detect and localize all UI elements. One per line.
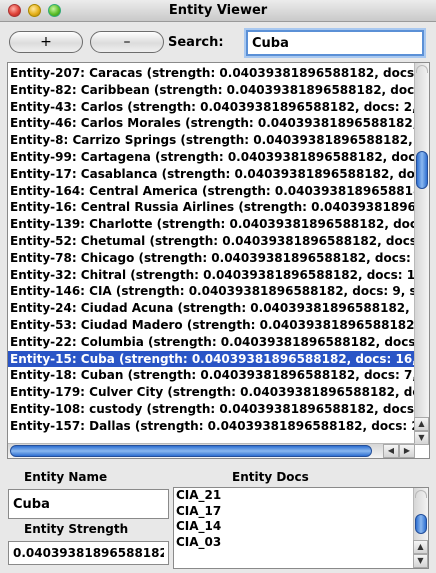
list-item[interactable]: Entity-8: Carrizo Springs (strength: 0.0…: [8, 132, 415, 149]
docs-scroll-thumb[interactable]: [415, 514, 427, 534]
list-item[interactable]: Entity-146: CIA (strength: 0.04039381896…: [8, 283, 415, 300]
scroll-track-cap: [415, 490, 427, 498]
search-label: Search:: [168, 35, 224, 50]
list-item[interactable]: Entity-108: custody (strength: 0.0403938…: [8, 401, 415, 418]
list-item[interactable]: Entity-82: Caribbean (strength: 0.040393…: [8, 82, 415, 99]
window-title: Entity Viewer: [168, 3, 268, 18]
entity-docs-list[interactable]: CIA_21 CIA_17 CIA_14 CIA_03 ▲ ▼: [173, 487, 429, 569]
docs-vertical-scrollbar[interactable]: ▲ ▼: [413, 488, 428, 568]
list-item[interactable]: Entity-139: Charlotte (strength: 0.04039…: [8, 216, 415, 233]
entity-viewer-window: Entity Viewer + – Search: Entity-207: Ca…: [0, 0, 436, 573]
list-item[interactable]: Entity-46: Carlos Morales (strength: 0.0…: [8, 115, 415, 132]
entity-list-rows: Entity-207: Caracas (strength: 0.0403938…: [8, 65, 415, 435]
list-item-selected[interactable]: Entity-15: Cuba (strength: 0.04039381896…: [8, 350, 415, 368]
arrow-down-icon[interactable]: ▼: [414, 431, 429, 445]
entity-docs-header: Entity Docs: [232, 470, 309, 484]
entity-docs-rows: CIA_21 CIA_17 CIA_14 CIA_03: [174, 488, 428, 550]
search-input[interactable]: [246, 30, 424, 56]
list-item[interactable]: Entity-22: Columbia (strength: 0.0403938…: [8, 334, 415, 351]
entity-name-field[interactable]: [8, 489, 169, 519]
doc-item[interactable]: CIA_03: [174, 535, 428, 551]
entity-list-vertical-scrollbar[interactable]: ▲ ▼: [414, 63, 429, 445]
horizontal-scroll-thumb[interactable]: [10, 445, 372, 457]
toolbar: + – Search:: [0, 22, 436, 62]
arrow-right-icon[interactable]: ▶: [399, 444, 415, 458]
entity-strength-field[interactable]: [8, 541, 169, 565]
list-item[interactable]: Entity-17: Casablanca (strength: 0.04039…: [8, 166, 415, 183]
list-item[interactable]: Entity-179: Culver City (strength: 0.040…: [8, 384, 415, 401]
list-item[interactable]: Entity-16: Central Russia Airlines (stre…: [8, 199, 415, 216]
doc-item[interactable]: CIA_14: [174, 519, 428, 535]
list-item[interactable]: Entity-164: Central America (strength: 0…: [8, 183, 415, 200]
list-item[interactable]: Entity-32: Chitral (strength: 0.04039381…: [8, 267, 415, 284]
arrow-left-icon[interactable]: ◀: [383, 444, 399, 458]
doc-item[interactable]: CIA_21: [174, 488, 428, 504]
entity-name-header: Entity Name: [24, 470, 108, 484]
list-item[interactable]: Entity-99: Cartagena (strength: 0.040393…: [8, 149, 415, 166]
entity-list[interactable]: Entity-207: Caracas (strength: 0.0403938…: [7, 62, 430, 459]
list-item[interactable]: Entity-24: Ciudad Acuna (strength: 0.040…: [8, 300, 415, 317]
arrow-up-icon[interactable]: ▲: [413, 540, 428, 554]
list-item[interactable]: Entity-78: Chicago (strength: 0.04039381…: [8, 250, 415, 267]
entity-list-horizontal-scrollbar[interactable]: ◀ ▶: [8, 443, 415, 458]
entity-strength-header: Entity Strength: [24, 522, 129, 536]
doc-item[interactable]: CIA_17: [174, 504, 428, 520]
remove-entity-button[interactable]: –: [90, 31, 164, 53]
list-item[interactable]: Entity-53: Ciudad Madero (strength: 0.04…: [8, 317, 415, 334]
add-entity-button[interactable]: +: [9, 31, 83, 53]
list-item[interactable]: Entity-157: Dallas (strength: 0.04039381…: [8, 418, 415, 435]
list-item[interactable]: Entity-207: Caracas (strength: 0.0403938…: [8, 65, 415, 82]
list-item[interactable]: Entity-18: Cuban (strength: 0.0403938189…: [8, 367, 415, 384]
vertical-scroll-thumb[interactable]: [416, 151, 428, 189]
list-item[interactable]: Entity-52: Chetumal (strength: 0.0403938…: [8, 233, 415, 250]
title-bar[interactable]: Entity Viewer: [0, 0, 436, 22]
arrow-up-icon[interactable]: ▲: [414, 417, 429, 431]
list-item[interactable]: Entity-43: Carlos (strength: 0.040393818…: [8, 99, 415, 116]
scroll-track-cap: [416, 65, 428, 73]
arrow-down-icon[interactable]: ▼: [413, 554, 428, 568]
